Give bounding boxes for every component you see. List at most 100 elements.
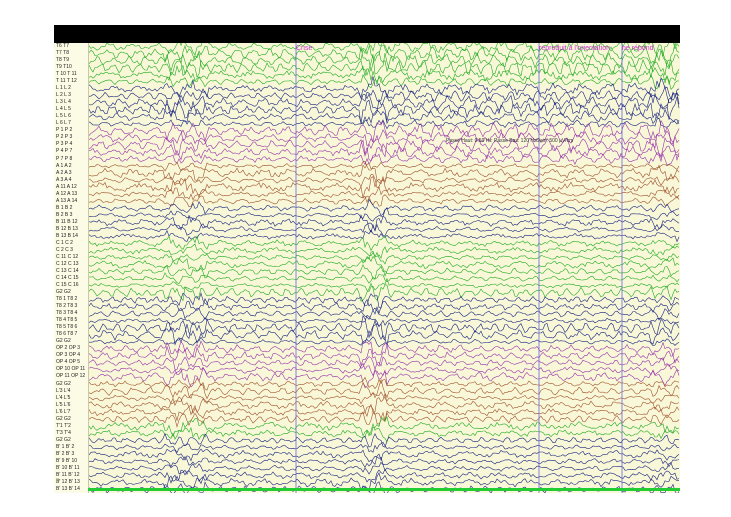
channel-label: B 1 B 2: [56, 204, 73, 211]
eeg-trace: [89, 422, 680, 443]
eeg-trace: [89, 194, 680, 208]
filter-gain: Gain: 500 µV/cm: [536, 138, 574, 144]
channel-label: B 11 B 12: [56, 218, 78, 225]
channel-label: OP 4 OP 5: [56, 359, 80, 366]
eeg-trace: [89, 229, 680, 243]
channel-label: L 3 L 4: [56, 99, 71, 106]
channel-label: T8 1 T8 2: [56, 296, 78, 303]
eeg-trace: [89, 362, 680, 380]
channel-label-column: T6 T7 T7 T8 T8 T9 T9 T10 T 10 T 11 T 11 T 12 L…: [54, 43, 89, 493]
channel-label: A 13 A 14: [56, 197, 78, 204]
channel-label: P 7 P 8: [56, 155, 73, 162]
channel-label: C 1 C 2: [56, 239, 73, 246]
channel-label: A 2 A 3: [56, 169, 72, 176]
eeg-trace: [89, 222, 679, 237]
channel-label: L'6 L'7: [56, 408, 71, 415]
eeg-trace: [89, 319, 680, 346]
channel-label: A 3 A 4: [56, 176, 72, 183]
eeg-trace: [89, 214, 680, 234]
channel-label: L 1 L 2: [56, 85, 71, 92]
eeg-trace: [89, 243, 680, 259]
channel-label: B' 2 B' 3: [56, 450, 75, 457]
channel-label: G2 G2: [56, 289, 71, 296]
channel-label: C 12 C 13: [56, 260, 79, 267]
channel-label: T8 4 T8 5: [56, 317, 78, 324]
channel-label: B' 13 B' 14: [56, 485, 80, 492]
timeline-bar[interactable]: [88, 488, 680, 491]
channel-label: OP 10 OP 11: [56, 366, 86, 373]
channel-label: G2 G2: [56, 415, 71, 422]
channel-label: T 10 T 11: [56, 71, 77, 78]
channel-label: C 13 C 14: [56, 268, 79, 274]
eeg-trace: [89, 297, 680, 315]
channel-label: T8 2 T8 3: [56, 303, 78, 310]
channel-label: B' 12 B' 13: [56, 478, 80, 485]
channel-label: G2 G2: [56, 436, 71, 443]
eeg-trace: [89, 314, 680, 328]
channel-label: L 4 L 5: [56, 106, 71, 113]
event-label-crise: Crise: [296, 45, 313, 52]
channel-label: OP 2 OP 3: [56, 345, 80, 352]
channel-label: T 11 T 12: [56, 78, 77, 85]
channel-label: A 12 A 13: [56, 190, 78, 197]
channel-label: L'3 L'4: [56, 387, 71, 394]
eeg-trace: [89, 376, 680, 391]
channel-label: L'4 L'5: [56, 394, 71, 401]
channel-label: B' 11 B' 12: [56, 471, 80, 478]
eeg-trace: [89, 272, 680, 284]
eeg-trace: [89, 441, 680, 454]
channel-label: L 6 L 7: [56, 120, 71, 127]
eeg-trace: [89, 116, 680, 130]
eeg-trace: [89, 468, 680, 484]
channel-label: B' 9 B' 10: [56, 457, 78, 464]
channel-label: OP 3 OP 4: [56, 352, 80, 359]
eeg-trace: [89, 161, 680, 172]
channel-label: T6 T7: [56, 43, 69, 49]
event-label-reproduit: reproduit à l'orientation: [539, 45, 610, 52]
channel-label: P 2 P 3: [56, 134, 73, 141]
eeg-trace: [89, 139, 680, 163]
channel-label: B' 1 B' 2: [56, 443, 75, 450]
channel-label: C 2 C 3: [56, 246, 73, 253]
channel-label: A 11 A 12: [56, 183, 77, 190]
title-bar: [54, 25, 680, 43]
channel-label: G2 G2: [56, 380, 71, 387]
channel-label: P 3 P 4: [56, 141, 73, 148]
channel-label: A 1 A 2: [56, 162, 72, 169]
eeg-trace: [89, 134, 680, 159]
channel-label: C 14 C 15: [56, 275, 79, 282]
channel-label: P 1 P 2: [56, 127, 73, 134]
filter-passe-bas: Passe Bas: 120 Hz: [494, 138, 537, 144]
eeg-traces[interactable]: [89, 43, 680, 493]
channel-label: T9 T10: [56, 64, 72, 71]
channel-label: B 13 B 14: [56, 232, 78, 239]
eeg-trace: [89, 53, 680, 78]
channel-label: T8 5 T8 6: [56, 324, 78, 331]
channel-label: OP 11 OP 12: [56, 373, 86, 380]
channel-label: L 2 L 3: [56, 92, 71, 99]
channel-label: T'3 T'4: [56, 429, 71, 436]
channel-label: C 15 C 16: [56, 282, 79, 289]
eeg-trace: [89, 461, 680, 475]
eeg-trace: [89, 206, 680, 222]
channel-label: L'5 L'6: [56, 401, 71, 408]
eeg-trace: [89, 307, 680, 321]
channel-label: T8 6 T8 7: [56, 331, 78, 338]
channel-label: B 12 B 13: [56, 225, 78, 232]
channel-label: B' 10 B' 11: [56, 464, 80, 471]
channel-label: B 2 B 3: [56, 211, 73, 218]
channel-label: L 5 L 6: [56, 113, 71, 120]
channel-label: G2 G2: [56, 338, 71, 345]
corner-mark: D: [56, 478, 60, 484]
channel-label: C 11 C 12: [56, 253, 79, 260]
event-label-ne-repond: ne répond: [622, 45, 654, 52]
channel-label: T8 3 T8 4: [56, 310, 78, 317]
eeg-panel[interactable]: T6 T7 T7 T8 T8 T9 T9 T10 T 10 T 11 T 11 T 12 L…: [54, 43, 680, 493]
channel-label: T7 T8: [56, 50, 69, 57]
eeg-trace: [89, 456, 680, 469]
channel-label: T8 T9: [56, 57, 69, 64]
eeg-trace: [89, 356, 680, 371]
eeg-trace: [89, 432, 680, 448]
channel-label: T'1 T'2: [56, 422, 71, 429]
filter-passe-haut: Passe Haut: 0.50 Hz: [446, 138, 492, 144]
